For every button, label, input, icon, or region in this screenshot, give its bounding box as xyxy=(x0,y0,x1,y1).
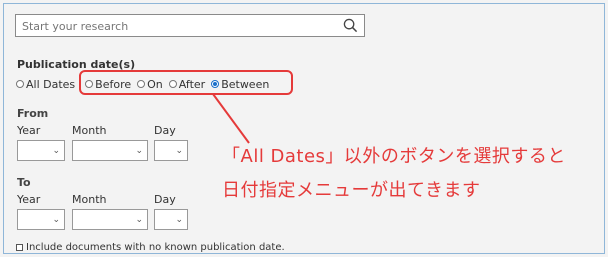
search-input[interactable] xyxy=(16,16,348,37)
annotation-line-1: 「All Dates」以外のボタンを選択すると xyxy=(222,146,566,167)
to-month-label: Month xyxy=(72,193,107,206)
chevron-down-icon: ⌄ xyxy=(175,146,183,156)
to-year-label: Year xyxy=(17,193,41,206)
chevron-down-icon: ⌄ xyxy=(52,146,60,156)
to-heading: To xyxy=(17,176,31,189)
to-day-select[interactable]: ⌄ xyxy=(154,209,188,230)
include-unknown-checkbox[interactable] xyxy=(16,244,23,251)
from-month-select[interactable]: ⌄ xyxy=(72,140,148,161)
from-year-label: Year xyxy=(17,124,41,137)
from-heading: From xyxy=(17,107,49,120)
chevron-down-icon: ⌄ xyxy=(135,215,143,225)
radio-all-dates[interactable]: All Dates xyxy=(16,78,75,91)
chevron-down-icon: ⌄ xyxy=(52,215,60,225)
chevron-down-icon: ⌄ xyxy=(135,146,143,156)
highlight-box xyxy=(79,70,293,95)
from-month-label: Month xyxy=(72,124,107,137)
chevron-down-icon: ⌄ xyxy=(175,215,183,225)
radio-label: All Dates xyxy=(26,77,76,91)
from-day-label: Day xyxy=(154,124,176,137)
include-unknown-label: Include documents with no known publicat… xyxy=(26,242,285,253)
search-box[interactable] xyxy=(15,14,365,37)
include-unknown-date[interactable]: Include documents with no known publicat… xyxy=(16,242,285,253)
to-day-label: Day xyxy=(154,193,176,206)
radio-circle[interactable] xyxy=(16,80,24,88)
annotation-line-2: 日付指定メニューが出てきます xyxy=(222,180,481,201)
from-year-select[interactable]: ⌄ xyxy=(17,140,65,161)
to-year-select[interactable]: ⌄ xyxy=(17,209,65,230)
search-icon[interactable] xyxy=(343,18,358,33)
from-day-select[interactable]: ⌄ xyxy=(154,140,188,161)
to-month-select[interactable]: ⌄ xyxy=(72,209,148,230)
